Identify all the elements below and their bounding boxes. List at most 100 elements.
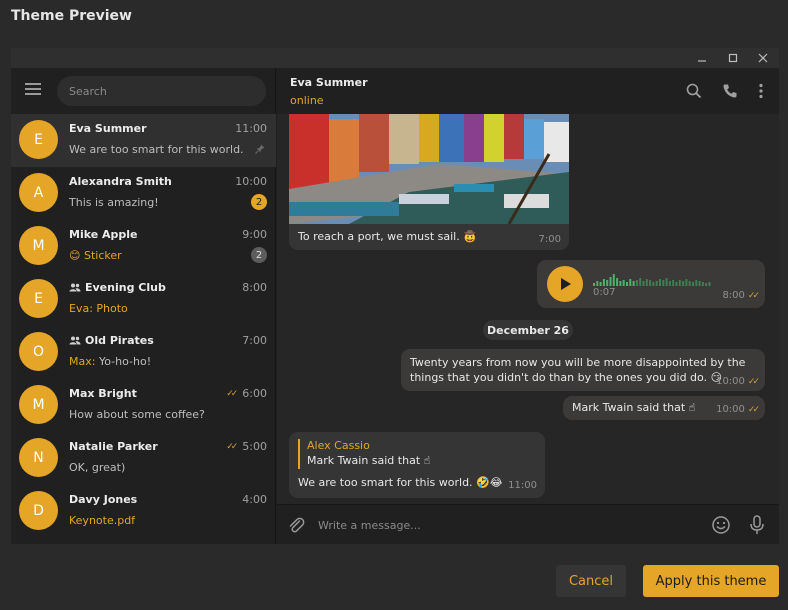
message-text: We are too smart for this world. 🤣😂 — [298, 476, 503, 489]
message-text: Mark Twain said that ☝ — [572, 401, 696, 414]
conversation-status: online — [290, 94, 324, 107]
waveform-bar — [649, 280, 652, 286]
pin-icon — [255, 144, 265, 154]
waveform-bar — [635, 280, 638, 286]
minimize-icon — [698, 60, 706, 62]
reply-quote[interactable]: Alex Cassio Mark Twain said that ☝ — [298, 439, 430, 469]
double-check-icon: ✓✓ — [747, 290, 760, 301]
chat-time: ✓✓ 6:00 — [226, 387, 267, 400]
conversation-header: Eva Summer online — [277, 68, 779, 114]
chat-list-item[interactable]: M Mike Apple 9:00 😊 Sticker 2 — [11, 220, 276, 273]
waveform-bar — [708, 282, 711, 286]
waveform-bar — [665, 278, 668, 286]
photo-caption: To reach a port, we must sail. 🤠 — [298, 230, 477, 243]
double-check-icon: ✓✓ — [226, 388, 238, 399]
chat-list-item[interactable]: N Natalie Parker ✓✓ 5:00 OK, great) — [11, 432, 276, 485]
chat-list-header — [11, 68, 276, 114]
chat-time: 7:00 — [242, 334, 267, 347]
chat-name: Natalie Parker — [69, 440, 158, 453]
message-time: 8:00 ✓✓ — [722, 290, 760, 301]
waveform-bar — [678, 280, 681, 286]
waveform-bar — [593, 283, 595, 286]
waveform-bar — [672, 280, 675, 286]
microphone-icon[interactable] — [749, 515, 765, 535]
waveform-bar — [645, 279, 648, 286]
chat-list-item[interactable]: D Davy Jones 4:00 Keynote.pdf — [11, 485, 276, 538]
message-composer — [277, 504, 779, 544]
waveform-bar — [688, 281, 691, 286]
waveform-bar — [675, 282, 678, 286]
close-icon — [758, 53, 768, 63]
waveform-bar — [602, 279, 605, 286]
waveform-bar — [668, 281, 671, 286]
avatar: A — [19, 173, 58, 212]
waveform-bar — [652, 282, 655, 286]
chat-time: 8:00 — [242, 281, 267, 294]
photo-image[interactable] — [289, 114, 569, 224]
avatar: M — [19, 226, 58, 265]
chat-name: Evening Club — [69, 281, 166, 294]
chat-time: 10:00 — [235, 175, 267, 188]
phone-icon[interactable] — [721, 82, 739, 100]
close-button[interactable] — [752, 50, 774, 66]
reply-author: Alex Cassio — [307, 439, 370, 452]
chat-time: ✓✓ 5:00 — [226, 440, 267, 453]
message-time: 7:00 — [538, 234, 561, 245]
chat-list-item[interactable]: E Evening Club 8:00 Eva: Photo — [11, 273, 276, 326]
message-input[interactable] — [318, 513, 698, 537]
waveform-bar — [612, 274, 615, 286]
chat-list-item[interactable]: O Old Pirates 7:00 Max: Yo-ho-ho! — [11, 326, 276, 379]
date-separator: December 26 — [483, 320, 573, 340]
chat-name: Eva Summer — [69, 122, 147, 135]
chat-preview: We are too smart for this world. ... — [69, 143, 244, 156]
hamburger-menu-icon[interactable] — [25, 83, 41, 95]
chat-time: 9:00 — [242, 228, 267, 241]
waveform-bar — [629, 279, 632, 286]
message-text: Twenty years from now you will be more d… — [410, 356, 746, 384]
search-icon[interactable] — [685, 82, 703, 100]
message-area: To reach a port, we must sail. 🤠 7:00 0:… — [277, 114, 779, 503]
paperclip-icon[interactable] — [287, 516, 305, 534]
unread-badge: 2 — [251, 247, 267, 263]
waveform[interactable] — [593, 270, 713, 288]
chat-time: 4:00 — [242, 493, 267, 506]
waveform-bar — [632, 281, 635, 286]
avatar: M — [19, 385, 58, 424]
reply-message: Alex Cassio Mark Twain said that ☝ We ar… — [289, 432, 545, 498]
chat-name: Alexandra Smith — [69, 175, 172, 188]
minimize-button[interactable] — [691, 50, 713, 66]
voice-message: 0:07 8:00 ✓✓ — [537, 260, 765, 308]
preview-window: E Eva Summer 11:00 We are too smart for thi… — [11, 48, 779, 544]
chat-preview: 😊 Sticker — [69, 249, 122, 262]
apply-theme-button[interactable]: Apply this theme — [643, 565, 779, 597]
window-titlebar — [11, 48, 779, 68]
emoji-icon[interactable] — [711, 515, 731, 535]
chat-list-item[interactable]: E Eva Summer 11:00 We are too smart for thi… — [11, 114, 276, 167]
double-check-icon: ✓✓ — [747, 376, 760, 387]
chat-list-item[interactable]: M Max Bright ✓✓ 6:00 How about some coffee? — [11, 379, 276, 432]
waveform-bar — [695, 280, 698, 286]
waveform-bar — [662, 280, 665, 286]
chat-time: 11:00 — [235, 122, 267, 135]
waveform-bar — [606, 280, 609, 286]
waveform-bar — [685, 279, 688, 286]
conversation-title[interactable]: Eva Summer — [290, 76, 368, 89]
group-icon — [69, 283, 81, 292]
chat-list-item[interactable]: A Alexandra Smith 10:00 This is amazing! 2 — [11, 167, 276, 220]
waveform-bar — [596, 281, 599, 286]
voice-duration: 0:07 — [593, 287, 616, 298]
maximize-button[interactable] — [722, 50, 744, 66]
waveform-bar — [655, 281, 658, 286]
search-input[interactable] — [57, 76, 266, 106]
avatar: N — [19, 438, 58, 477]
chat-name: Mike Apple — [69, 228, 138, 241]
play-button[interactable] — [547, 266, 583, 302]
photo-message[interactable]: To reach a port, we must sail. 🤠 7:00 — [289, 114, 569, 250]
message-time: 10:00 ✓✓ — [716, 376, 760, 387]
chat-preview: OK, great) — [69, 461, 126, 474]
cancel-button[interactable]: Cancel — [556, 565, 626, 597]
waveform-bar — [616, 278, 619, 286]
chat-name: Old Pirates — [69, 334, 154, 347]
more-options-icon[interactable] — [752, 82, 770, 100]
chat-name: Davy Jones — [69, 493, 138, 506]
